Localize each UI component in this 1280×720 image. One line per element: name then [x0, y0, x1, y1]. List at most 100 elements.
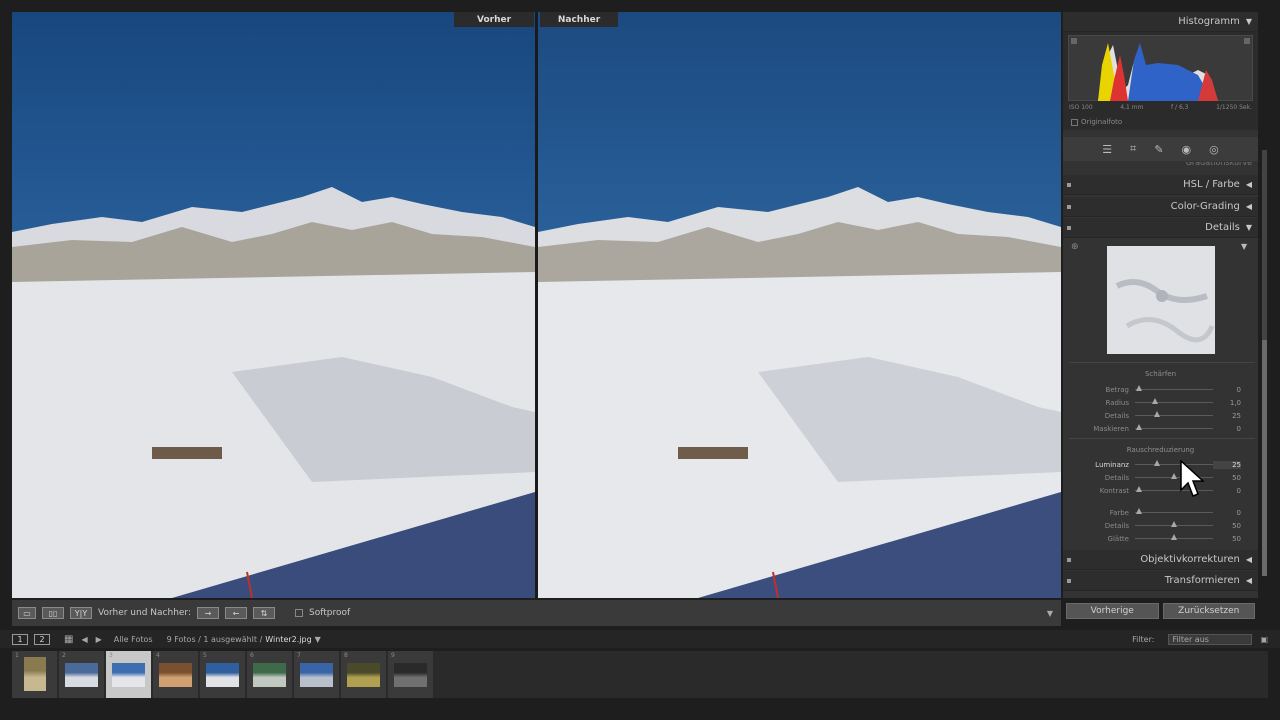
slider-thumb[interactable] [1171, 473, 1177, 479]
slider-row[interactable]: Details 50 [1063, 471, 1258, 484]
slider-value[interactable]: 25 [1213, 460, 1241, 469]
filmstrip-thumbnail[interactable]: 4 [153, 651, 199, 698]
filmstrip-thumbnail[interactable]: 3 [106, 651, 152, 698]
slider-row[interactable]: Glätte 50 [1063, 532, 1258, 545]
filmstrip-thumbnail[interactable]: 9 [388, 651, 434, 698]
hsl-title: HSL / Farbe [1183, 179, 1240, 190]
target-adjust-icon[interactable]: ⊕ [1071, 242, 1079, 252]
panel-toggle-icon[interactable] [1067, 225, 1071, 230]
slider-row[interactable]: Kontrast 0 [1063, 484, 1258, 497]
filter-lock-icon[interactable]: ▣ [1260, 635, 1268, 644]
slider-value[interactable]: 1,0 [1213, 399, 1241, 407]
slider-thumb[interactable] [1135, 424, 1142, 430]
back-arrow-icon[interactable]: ◀ [81, 635, 87, 644]
slider-thumb[interactable] [1171, 534, 1177, 540]
masking-icon[interactable]: ◎ [1209, 143, 1219, 156]
red-eye-icon[interactable]: ◉ [1182, 143, 1192, 156]
panel-toggle-icon[interactable] [1067, 557, 1071, 562]
filmstrip-thumbnail[interactable]: 6 [247, 651, 293, 698]
histogram-graph[interactable] [1068, 35, 1253, 101]
hsl-header[interactable]: HSL / Farbe ◀ [1063, 175, 1258, 195]
slider-value[interactable]: 0 [1213, 487, 1241, 495]
healing-icon[interactable]: ✎ [1154, 143, 1163, 156]
slider-thumb[interactable] [1135, 486, 1142, 492]
filmstrip-thumbnail[interactable]: 2 [59, 651, 105, 698]
before-photo[interactable] [12, 12, 535, 598]
panel-scrollbar-thumb[interactable] [1262, 340, 1267, 576]
after-image [538, 12, 1061, 598]
source-label[interactable]: Alle Fotos [114, 635, 153, 644]
details-section: ⊕ ▼ Schärfen Betrag 0 Radius 1,0 Details 25 Ma… [1063, 238, 1258, 556]
loupe-view-button[interactable]: ▭ [18, 607, 36, 619]
second-window-button[interactable]: 2 [34, 633, 50, 645]
slider-track[interactable] [1135, 521, 1213, 527]
slider-value[interactable]: 50 [1213, 522, 1241, 530]
slider-thumb[interactable] [1135, 508, 1142, 514]
filmstrip-thumbnail[interactable]: 7 [294, 651, 340, 698]
toolbar-menu-icon[interactable]: ▼ [1047, 609, 1053, 618]
lens-corrections-title: Objektivkorrekturen [1140, 554, 1240, 565]
edit-sliders-icon[interactable]: ☰ [1102, 143, 1112, 156]
slider-thumb[interactable] [1135, 385, 1142, 391]
slider-value[interactable]: 50 [1213, 535, 1241, 543]
slider-track[interactable] [1135, 385, 1213, 391]
filmstrip-thumbnail[interactable]: 1 [12, 651, 58, 698]
after-photo[interactable] [538, 12, 1061, 598]
slider-row[interactable]: Luminanz 25 [1063, 458, 1258, 471]
slider-thumb[interactable] [1171, 521, 1177, 527]
slider-thumb[interactable] [1153, 411, 1160, 417]
slider-track[interactable] [1135, 424, 1213, 430]
copy-after-to-before-button[interactable]: ← [225, 607, 248, 619]
grid-icon[interactable]: ▦ [64, 634, 73, 645]
filmstrip-thumbnail[interactable]: 8 [341, 651, 387, 698]
slider-track[interactable] [1135, 508, 1213, 514]
color-grading-header[interactable]: Color-Grading ◀ [1063, 197, 1258, 217]
compare-view-button[interactable]: ▯▯ [42, 607, 64, 619]
slider-row[interactable]: Details 50 [1063, 519, 1258, 532]
panel-toggle-icon[interactable] [1067, 578, 1071, 583]
preview-menu-icon[interactable]: ▼ [1241, 242, 1247, 251]
filter-label: Filter: [1132, 634, 1155, 644]
slider-row[interactable]: Farbe 0 [1063, 506, 1258, 519]
histogram-header[interactable]: Histogramm ▼ [1063, 12, 1258, 32]
transform-header[interactable]: Transformieren ◀ [1063, 571, 1258, 591]
slider-track[interactable] [1135, 398, 1213, 404]
slider-value[interactable]: 50 [1213, 474, 1241, 482]
filter-select[interactable]: Filter aus [1168, 633, 1253, 645]
details-header[interactable]: Details ▼ [1063, 218, 1258, 238]
slider-value[interactable]: 25 [1213, 412, 1241, 420]
tonecurve-header-partial[interactable]: Gradationskurve [1063, 162, 1258, 170]
original-photo-row[interactable]: Originalfoto [1071, 118, 1122, 126]
slider-row[interactable]: Details 25 [1063, 409, 1258, 422]
filename-dropdown-icon[interactable]: ▼ [315, 635, 321, 644]
forward-arrow-icon[interactable]: ▶ [96, 635, 102, 644]
slider-value[interactable]: 0 [1213, 509, 1241, 517]
filmstrip-thumbnail[interactable]: 5 [200, 651, 246, 698]
slider-row[interactable]: Betrag 0 [1063, 383, 1258, 396]
slider-row[interactable]: Radius 1,0 [1063, 396, 1258, 409]
main-window-button[interactable]: 1 [12, 633, 28, 645]
compare-view[interactable]: Vorher Nachher [12, 12, 1061, 598]
detail-preview[interactable] [1107, 246, 1215, 354]
previous-button[interactable]: Vorherige [1066, 603, 1159, 619]
slider-thumb[interactable] [1151, 398, 1158, 404]
slider-row[interactable]: Maskieren 0 [1063, 422, 1258, 435]
panel-toggle-icon[interactable] [1067, 182, 1071, 187]
original-photo-checkbox[interactable] [1071, 118, 1078, 126]
copy-before-to-after-button[interactable]: → [197, 607, 220, 619]
before-after-button[interactable]: Y|Y [70, 607, 92, 619]
reset-button[interactable]: Zurücksetzen [1162, 603, 1255, 619]
thumbnail-image [253, 663, 286, 687]
slider-track[interactable] [1135, 534, 1213, 540]
slider-value[interactable]: 0 [1213, 386, 1241, 394]
crop-icon[interactable]: ⌗ [1130, 142, 1136, 156]
photo-count: 9 Fotos / 1 ausgewählt / [166, 634, 263, 644]
panel-toggle-icon[interactable] [1067, 204, 1071, 209]
softproof-checkbox[interactable] [295, 609, 304, 617]
swap-before-after-button[interactable]: ⇅ [253, 607, 276, 619]
current-filename[interactable]: Winter2.jpg [265, 635, 311, 644]
slider-value[interactable]: 0 [1213, 425, 1241, 433]
slider-thumb[interactable] [1153, 460, 1160, 466]
slider-track[interactable] [1135, 411, 1213, 417]
lens-corrections-header[interactable]: Objektivkorrekturen ◀ [1063, 550, 1258, 570]
